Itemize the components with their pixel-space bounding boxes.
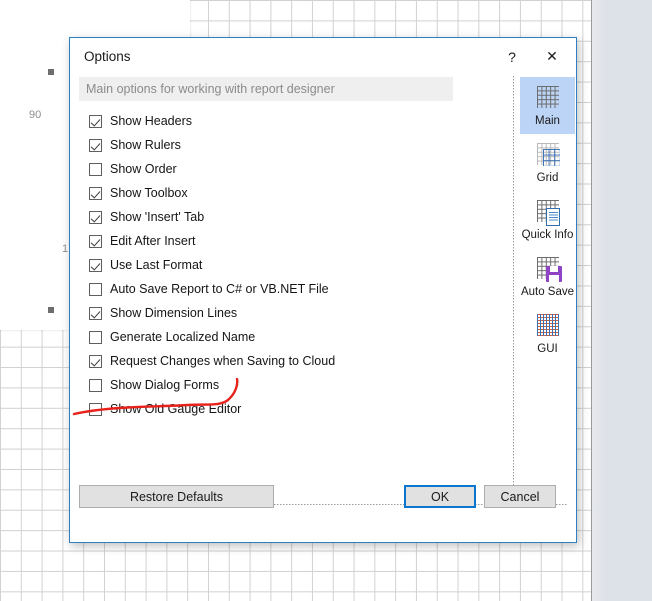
option-label: Show Old Gauge Editor (110, 402, 242, 416)
checkbox-checked-icon[interactable] (89, 114, 102, 128)
option-label: Show Headers (110, 114, 192, 128)
checkbox-checked-icon[interactable] (89, 186, 102, 200)
checkbox-checked-icon[interactable] (89, 210, 102, 224)
grid-color-icon (533, 312, 563, 342)
checkbox-unchecked-icon[interactable] (89, 378, 102, 392)
gauge-tick-label-90: 90 (29, 109, 42, 121)
option-row[interactable]: Edit After Insert (89, 229, 459, 253)
grid-document-icon (533, 198, 563, 228)
option-label: Use Last Format (110, 258, 203, 272)
category-item-gui[interactable]: GUI (520, 305, 575, 362)
category-label: GUI (537, 342, 558, 355)
checkbox-checked-icon[interactable] (89, 306, 102, 320)
checkbox-checked-icon[interactable] (89, 258, 102, 272)
option-label: Show Rulers (110, 138, 181, 152)
options-checkbox-list: Show Headers Show Rulers Show Order Show To… (89, 109, 459, 421)
options-dialog[interactable]: Options ? ✕ Main options for working wit… (69, 37, 577, 543)
category-nav: Main Grid Quick Info Auto Save GUI (520, 77, 575, 362)
selection-handle[interactable] (48, 307, 54, 313)
titlebar-buttons: ? ✕ (492, 38, 572, 75)
category-label: Grid (536, 171, 559, 184)
selection-handle[interactable] (48, 69, 54, 75)
right-tool-panel-surface (592, 0, 651, 601)
section-banner: Main options for working with report des… (79, 77, 453, 101)
dialog-footer: Restore Defaults OK Cancel (70, 475, 576, 542)
option-row[interactable]: Generate Localized Name (89, 325, 459, 349)
option-row[interactable]: Show Toolbox (89, 181, 459, 205)
section-banner-label: Main options for working with report des… (86, 82, 335, 96)
option-label: Generate Localized Name (110, 330, 256, 344)
category-label: Main (535, 114, 560, 127)
checkbox-unchecked-icon[interactable] (89, 282, 102, 296)
close-icon[interactable]: ✕ (532, 42, 572, 72)
vertical-divider (513, 76, 514, 504)
grid-icon (533, 84, 563, 114)
option-label: Show Toolbox (110, 186, 188, 200)
checkbox-unchecked-icon[interactable] (89, 402, 102, 416)
gauge-component[interactable] (0, 20, 10, 440)
category-label: Quick Info (521, 228, 574, 241)
checkbox-checked-icon[interactable] (89, 138, 102, 152)
category-item-main[interactable]: Main (520, 77, 575, 134)
checkbox-checked-icon[interactable] (89, 354, 102, 368)
ok-button[interactable]: OK (404, 485, 476, 508)
option-row[interactable]: Show Rulers (89, 133, 459, 157)
option-row[interactable]: Show 'Insert' Tab (89, 205, 459, 229)
dialog-body: Main options for working with report des… (70, 75, 576, 505)
help-icon[interactable]: ? (492, 42, 532, 72)
option-label: Show Order (110, 162, 177, 176)
screen: 90 1. Options ? ✕ Main options for worki… (0, 0, 652, 601)
option-label: Show 'Insert' Tab (110, 210, 205, 224)
cancel-button[interactable]: Cancel (484, 485, 556, 508)
option-row[interactable]: Show Headers (89, 109, 459, 133)
option-row[interactable]: Show Old Gauge Editor (89, 397, 459, 421)
restore-defaults-button[interactable]: Restore Defaults (79, 485, 274, 508)
grid-floppy-icon (533, 255, 563, 285)
checkbox-checked-icon[interactable] (89, 234, 102, 248)
option-label: Auto Save Report to C# or VB.NET File (110, 282, 329, 296)
option-row[interactable]: Auto Save Report to C# or VB.NET File (89, 277, 459, 301)
checkbox-unchecked-icon[interactable] (89, 162, 102, 176)
option-label: Show Dimension Lines (110, 306, 238, 320)
category-item-auto-save[interactable]: Auto Save (520, 248, 575, 305)
option-label: Request Changes when Saving to Cloud (110, 354, 336, 368)
category-label: Auto Save (520, 285, 575, 298)
option-label: Show Dialog Forms (110, 378, 220, 392)
option-row[interactable]: Request Changes when Saving to Cloud (89, 349, 459, 373)
category-item-quick-info[interactable]: Quick Info (520, 191, 575, 248)
option-row[interactable]: Use Last Format (89, 253, 459, 277)
grid-blue-icon (533, 141, 563, 171)
category-item-grid[interactable]: Grid (520, 134, 575, 191)
dialog-title: Options (84, 49, 131, 64)
option-row[interactable]: Show Order (89, 157, 459, 181)
gauge-ring (0, 20, 10, 440)
dialog-titlebar[interactable]: Options ? ✕ (70, 38, 576, 75)
checkbox-unchecked-icon[interactable] (89, 330, 102, 344)
option-row[interactable]: Show Dimension Lines (89, 301, 459, 325)
right-tool-panel[interactable] (591, 0, 652, 601)
options-content-column: Main options for working with report des… (79, 75, 453, 505)
option-label: Edit After Insert (110, 234, 196, 248)
option-row[interactable]: Show Dialog Forms (89, 373, 459, 397)
